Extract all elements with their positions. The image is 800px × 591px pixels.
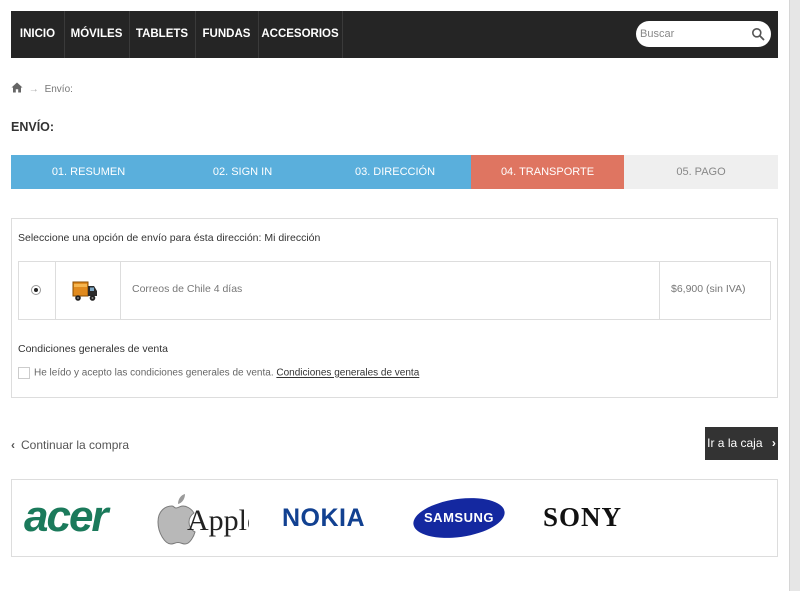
nav-item-tablets[interactable]: TABLETS (129, 11, 196, 58)
breadcrumb: → Envío: (11, 82, 73, 96)
svg-text:SONY: SONY (543, 502, 622, 532)
samsung-logo[interactable]: SAMSUNG (410, 480, 510, 556)
svg-text:acer: acer (24, 492, 111, 541)
shipping-option-row[interactable]: Correos de Chile 4 días $6,900 (sin IVA) (18, 261, 771, 320)
search-input[interactable] (640, 25, 750, 43)
checkout-steps: 01. RESUMEN 02. SIGN IN 03. DIRECCIÓN 04… (11, 155, 778, 189)
shipping-price: $6,900 (sin IVA) (671, 283, 746, 295)
shipping-option-radio[interactable] (31, 285, 41, 295)
step-resumen[interactable]: 01. RESUMEN (11, 155, 166, 189)
terms-row: He leído y acepto las condiciones genera… (18, 367, 419, 379)
page-title: ENVÍO: (11, 120, 55, 134)
step-direccion[interactable]: 03. DIRECCIÓN (319, 155, 471, 189)
search-icon[interactable] (751, 27, 765, 41)
search-box (636, 21, 771, 47)
step-transporte[interactable]: 04. TRANSPORTE (471, 155, 624, 189)
nav-item-moviles[interactable]: MÓVILES (64, 11, 130, 58)
nav-item-fundas[interactable]: FUNDAS (195, 11, 259, 58)
shipping-panel: Seleccione una opción de envío para ésta… (11, 218, 778, 398)
terms-title: Condiciones generales de venta (18, 343, 169, 355)
chevron-left-icon: ‹ (11, 438, 15, 452)
svg-text:Apple: Apple (187, 504, 249, 537)
breadcrumb-separator: → (28, 84, 39, 95)
step-sign-in[interactable]: 02. SIGN IN (166, 155, 319, 189)
top-navbar: INICIO MÓVILES TABLETS FUNDAS ACCESORIOS (11, 11, 778, 58)
nav-item-inicio[interactable]: INICIO (11, 11, 65, 58)
nav-item-accesorios[interactable]: ACCESORIOS (258, 11, 343, 58)
terms-checkbox[interactable] (18, 367, 30, 379)
page-scrollbar[interactable] (789, 0, 800, 591)
checkout-label: Ir a la caja (707, 436, 763, 450)
price-cell: $6,900 (sin IVA) (659, 262, 770, 319)
carrier-logo-cell (55, 262, 121, 319)
sony-logo[interactable]: SONY (540, 480, 640, 556)
truck-icon (72, 281, 97, 301)
nokia-logo[interactable]: NOKIA (280, 480, 380, 556)
continue-shopping-link[interactable]: ‹ Continuar la compra (11, 438, 129, 452)
chevron-right-icon: › (771, 436, 776, 450)
carrier-name: Correos de Chile 4 días (132, 283, 243, 295)
acer-logo[interactable]: acer (22, 480, 132, 556)
svg-text:SAMSUNG: SAMSUNG (424, 510, 494, 525)
terms-text: He leído y acepto las condiciones genera… (34, 367, 274, 379)
radio-cell (19, 262, 56, 319)
continue-label: Continuar la compra (21, 438, 130, 452)
home-icon[interactable] (11, 82, 23, 93)
breadcrumb-current: Envío: (44, 84, 73, 95)
terms-link[interactable]: Condiciones generales de venta (276, 368, 419, 379)
svg-text:NOKIA: NOKIA (282, 504, 365, 532)
checkout-button[interactable]: Ir a la caja › (705, 427, 778, 460)
carrier-name-cell: Correos de Chile 4 días (120, 262, 660, 319)
shipping-title: Seleccione una opción de envío para ésta… (18, 232, 321, 244)
step-pago[interactable]: 05. PAGO (624, 155, 778, 189)
brand-logos-strip: acer Apple NOKIA SAMSUNG SONY (11, 479, 778, 557)
apple-logo[interactable]: Apple (154, 480, 249, 556)
